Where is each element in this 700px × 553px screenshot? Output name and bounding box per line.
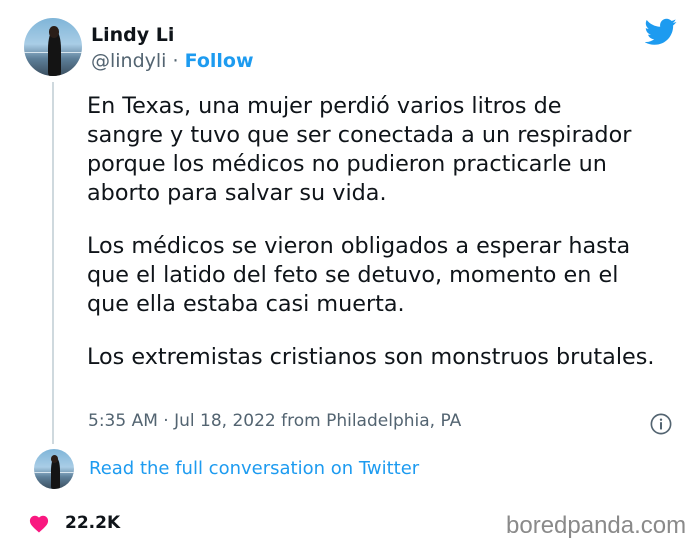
tweet-line: En Texas, una mujer perdió varios litros… bbox=[87, 93, 562, 119]
avatar-head bbox=[51, 454, 59, 463]
tweet-line: que el latido del feto se detuvo, moment… bbox=[87, 262, 619, 288]
heart-icon[interactable] bbox=[28, 513, 50, 533]
follow-button[interactable]: Follow bbox=[185, 50, 254, 72]
tweet-paragraph: Los extremistas cristianos son monstruos… bbox=[87, 343, 687, 372]
watermark: boredpanda.com bbox=[506, 512, 687, 539]
tweet-timestamp[interactable]: 5:35 AM · Jul 18, 2022 from Philadelphia… bbox=[88, 411, 461, 431]
tweet-line: aborto para salvar su vida. bbox=[87, 180, 387, 206]
separator-dot: · bbox=[172, 50, 179, 72]
like-count[interactable]: 22.2K bbox=[65, 513, 120, 533]
tweet-text: En Texas, una mujer perdió varios litros… bbox=[87, 92, 687, 396]
conversation-avatar[interactable] bbox=[34, 449, 74, 489]
author-handle-row: @lindyli · Follow bbox=[91, 50, 254, 72]
tweet-paragraph: En Texas, una mujer perdió varios litros… bbox=[87, 92, 687, 208]
tweet-line: Los extremistas cristianos son monstruos… bbox=[87, 344, 655, 370]
tweet-line: que ella estaba casi muerta. bbox=[87, 291, 405, 317]
tweet-line: sangre y tuvo que ser conectada a un res… bbox=[87, 122, 632, 148]
tweet-line: Los médicos se vieron obligados a espera… bbox=[87, 233, 631, 259]
tweet-paragraph: Los médicos se vieron obligados a espera… bbox=[87, 232, 687, 319]
avatar-head bbox=[48, 26, 60, 38]
author-name[interactable]: Lindy Li bbox=[91, 24, 174, 46]
author-avatar[interactable] bbox=[24, 18, 82, 76]
thread-line bbox=[52, 82, 54, 444]
info-icon[interactable] bbox=[650, 413, 672, 435]
read-conversation-link[interactable]: Read the full conversation on Twitter bbox=[89, 458, 419, 479]
author-handle[interactable]: @lindyli bbox=[91, 50, 166, 72]
twitter-bird-icon[interactable] bbox=[645, 18, 677, 46]
tweet-line: porque los médicos no pudieron practicar… bbox=[87, 151, 607, 177]
